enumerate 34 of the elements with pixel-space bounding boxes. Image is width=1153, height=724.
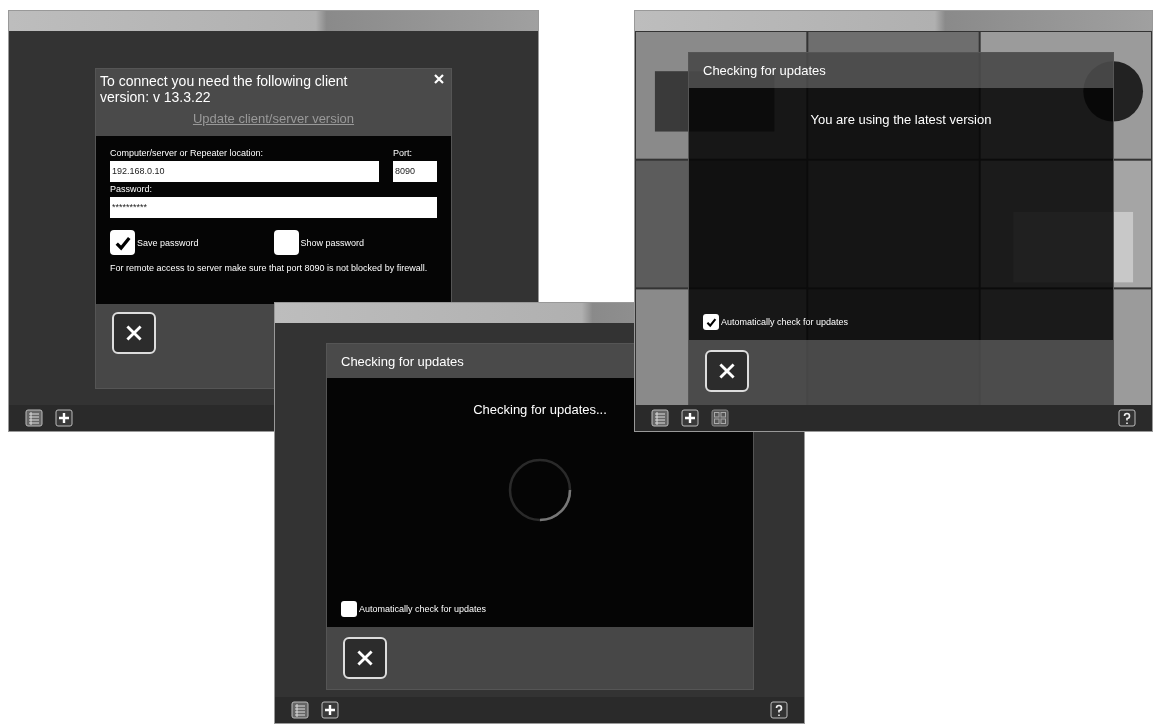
plus-icon[interactable]: [55, 409, 73, 427]
list-icon[interactable]: [291, 701, 309, 719]
password-field[interactable]: **********: [110, 197, 437, 218]
checkbox-label: Automatically check for updates: [359, 604, 487, 614]
checkbox-label: Show password: [300, 237, 365, 248]
password-label: Password:: [110, 184, 154, 194]
help-icon[interactable]: [770, 701, 788, 719]
checkbox[interactable]: [341, 601, 357, 617]
checkbox[interactable]: [273, 230, 299, 255]
location-field[interactable]: 192.168.0.10: [110, 161, 379, 182]
grid-icon[interactable]: [711, 409, 729, 427]
close-icon[interactable]: [433, 73, 445, 85]
list-icon[interactable]: [25, 409, 43, 427]
checkbox[interactable]: [110, 230, 135, 255]
status-message: Checking for updates...: [473, 402, 607, 418]
list-icon[interactable]: [651, 409, 669, 427]
dialog-title: Checking for updates: [341, 353, 464, 369]
firewall-note: For remote access to server make sure that port 8090 is not blocked by firewall.: [110, 263, 429, 274]
dialog-title: To connect you need the following client version: v 13.3.22: [100, 73, 349, 105]
plus-icon[interactable]: [681, 409, 699, 427]
cancel-button[interactable]: [112, 312, 156, 354]
port-label: Port:: [393, 148, 413, 158]
checkbox-label: Save password: [137, 237, 199, 248]
location-label: Computer/server or Repeater location:: [110, 148, 265, 158]
dialog-title: Checking for updates: [703, 63, 826, 78]
cancel-button[interactable]: [343, 637, 387, 679]
checkbox-label: Automatically check for updates: [721, 317, 849, 327]
plus-icon[interactable]: [321, 701, 339, 719]
cancel-button[interactable]: [705, 350, 749, 392]
help-icon[interactable]: [1118, 409, 1136, 427]
status-message: You are using the latest version: [810, 112, 992, 127]
loading-spinner-icon: [507, 457, 573, 524]
port-field[interactable]: 8090: [393, 161, 437, 182]
checkbox[interactable]: [703, 314, 719, 330]
